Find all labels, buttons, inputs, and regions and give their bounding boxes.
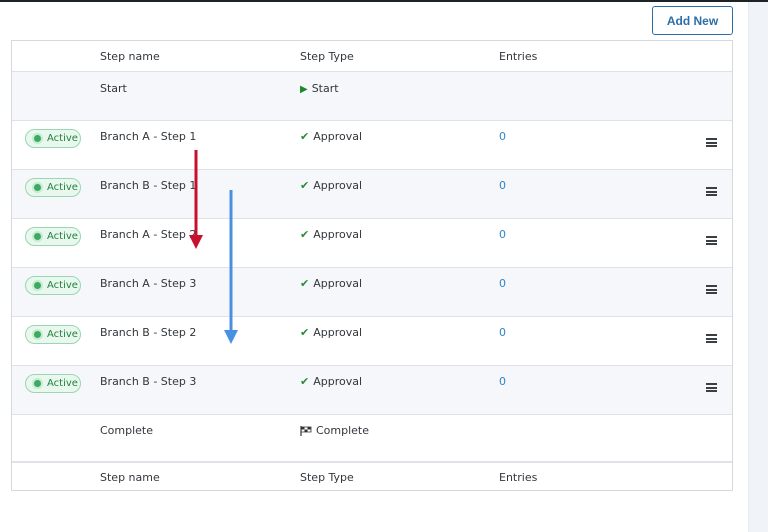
column-header-step-name[interactable]: Step name bbox=[100, 50, 160, 63]
status-dot-icon bbox=[34, 380, 41, 387]
step-name[interactable]: Branch B - Step 1 bbox=[100, 179, 196, 192]
step-type-label: Approval bbox=[313, 277, 363, 290]
step-type-label: Approval bbox=[313, 179, 363, 192]
workflow-steps-table: Step name Step Type Entries Start ▶ Start… bbox=[11, 40, 733, 491]
entries-count-link[interactable]: 0 bbox=[499, 277, 506, 290]
entries-count-link[interactable]: 0 bbox=[499, 228, 506, 241]
status-dot-icon bbox=[34, 331, 41, 338]
drag-handle-icon[interactable] bbox=[706, 383, 717, 392]
status-dot-icon bbox=[34, 135, 41, 142]
step-type: ✔ Approval bbox=[300, 375, 362, 388]
table-footer-row: Step name Step Type Entries bbox=[12, 462, 732, 491]
status-badge: Active bbox=[25, 374, 81, 393]
step-name: Complete bbox=[100, 424, 154, 437]
status-badge: Active bbox=[25, 325, 81, 344]
status-badge: Active bbox=[25, 178, 81, 197]
step-name[interactable]: Branch B - Step 2 bbox=[100, 326, 196, 339]
checkmark-icon: ✔ bbox=[300, 277, 310, 290]
drag-handle-icon[interactable] bbox=[706, 285, 717, 294]
step-name[interactable]: Branch A - Step 3 bbox=[100, 277, 196, 290]
finish-flag-icon bbox=[300, 426, 312, 436]
step-type-label: Approval bbox=[313, 375, 363, 388]
play-icon: ▶ bbox=[300, 84, 308, 95]
drag-handle-icon[interactable] bbox=[706, 236, 717, 245]
step-type: ✔ Approval bbox=[300, 277, 362, 290]
step-type: ✔ Approval bbox=[300, 326, 362, 339]
step-type: ▶ Start bbox=[300, 82, 339, 95]
entries-count-link[interactable]: 0 bbox=[499, 130, 506, 143]
column-footer-step-name[interactable]: Step name bbox=[100, 471, 160, 484]
table-row[interactable]: Active Branch A - Step 3 ✔ Approval 0 bbox=[12, 268, 732, 317]
column-header-entries[interactable]: Entries bbox=[499, 50, 537, 63]
step-type-label: Complete bbox=[316, 424, 370, 437]
table-row[interactable]: Active Branch B - Step 2 ✔ Approval 0 bbox=[12, 317, 732, 366]
column-footer-step-type[interactable]: Step Type bbox=[300, 471, 354, 484]
status-badge: Active bbox=[25, 129, 81, 148]
step-type-label: Start bbox=[311, 82, 339, 95]
status-badge: Active bbox=[25, 276, 81, 295]
table-row[interactable]: Active Branch B - Step 3 ✔ Approval 0 bbox=[12, 366, 732, 415]
status-label: Active bbox=[47, 182, 78, 193]
table-header-row: Step name Step Type Entries bbox=[12, 41, 732, 72]
table-row[interactable]: Active Branch A - Step 1 ✔ Approval 0 bbox=[12, 121, 732, 170]
table-row[interactable]: Active Branch A - Step 2 ✔ Approval 0 bbox=[12, 219, 732, 268]
step-type: ✔ Approval bbox=[300, 130, 362, 143]
status-dot-icon bbox=[34, 282, 41, 289]
step-type-label: Approval bbox=[313, 326, 363, 339]
table-row[interactable]: Active Branch B - Step 1 ✔ Approval 0 bbox=[12, 170, 732, 219]
step-type-label: Approval bbox=[313, 228, 363, 241]
status-label: Active bbox=[47, 133, 78, 144]
column-header-step-type[interactable]: Step Type bbox=[300, 50, 354, 63]
status-badge: Active bbox=[25, 227, 81, 246]
checkmark-icon: ✔ bbox=[300, 228, 310, 241]
status-label: Active bbox=[47, 378, 78, 389]
status-label: Active bbox=[47, 280, 78, 291]
step-name: Start bbox=[100, 82, 127, 95]
entries-count-link[interactable]: 0 bbox=[499, 326, 506, 339]
drag-handle-icon[interactable] bbox=[706, 187, 717, 196]
column-footer-entries[interactable]: Entries bbox=[499, 471, 537, 484]
table-row-complete: Complete Complete bbox=[12, 415, 732, 462]
checkmark-icon: ✔ bbox=[300, 326, 310, 339]
step-name[interactable]: Branch A - Step 2 bbox=[100, 228, 196, 241]
checkmark-icon: ✔ bbox=[300, 179, 310, 192]
checkmark-icon: ✔ bbox=[300, 130, 310, 143]
status-label: Active bbox=[47, 231, 78, 242]
top-border bbox=[0, 0, 768, 2]
step-type: ✔ Approval bbox=[300, 228, 362, 241]
step-name[interactable]: Branch A - Step 1 bbox=[100, 130, 196, 143]
step-type: ✔ Approval bbox=[300, 179, 362, 192]
entries-count-link[interactable]: 0 bbox=[499, 179, 506, 192]
step-type-label: Approval bbox=[313, 130, 363, 143]
status-label: Active bbox=[47, 329, 78, 340]
status-dot-icon bbox=[34, 184, 41, 191]
status-dot-icon bbox=[34, 233, 41, 240]
add-new-button[interactable]: Add New bbox=[652, 6, 733, 35]
entries-count-link[interactable]: 0 bbox=[499, 375, 506, 388]
drag-handle-icon[interactable] bbox=[706, 138, 717, 147]
right-sidebar-strip bbox=[748, 2, 768, 532]
checkmark-icon: ✔ bbox=[300, 375, 310, 388]
drag-handle-icon[interactable] bbox=[706, 334, 717, 343]
step-type: Complete bbox=[300, 424, 369, 437]
step-name[interactable]: Branch B - Step 3 bbox=[100, 375, 196, 388]
table-row-start: Start ▶ Start bbox=[12, 72, 732, 121]
